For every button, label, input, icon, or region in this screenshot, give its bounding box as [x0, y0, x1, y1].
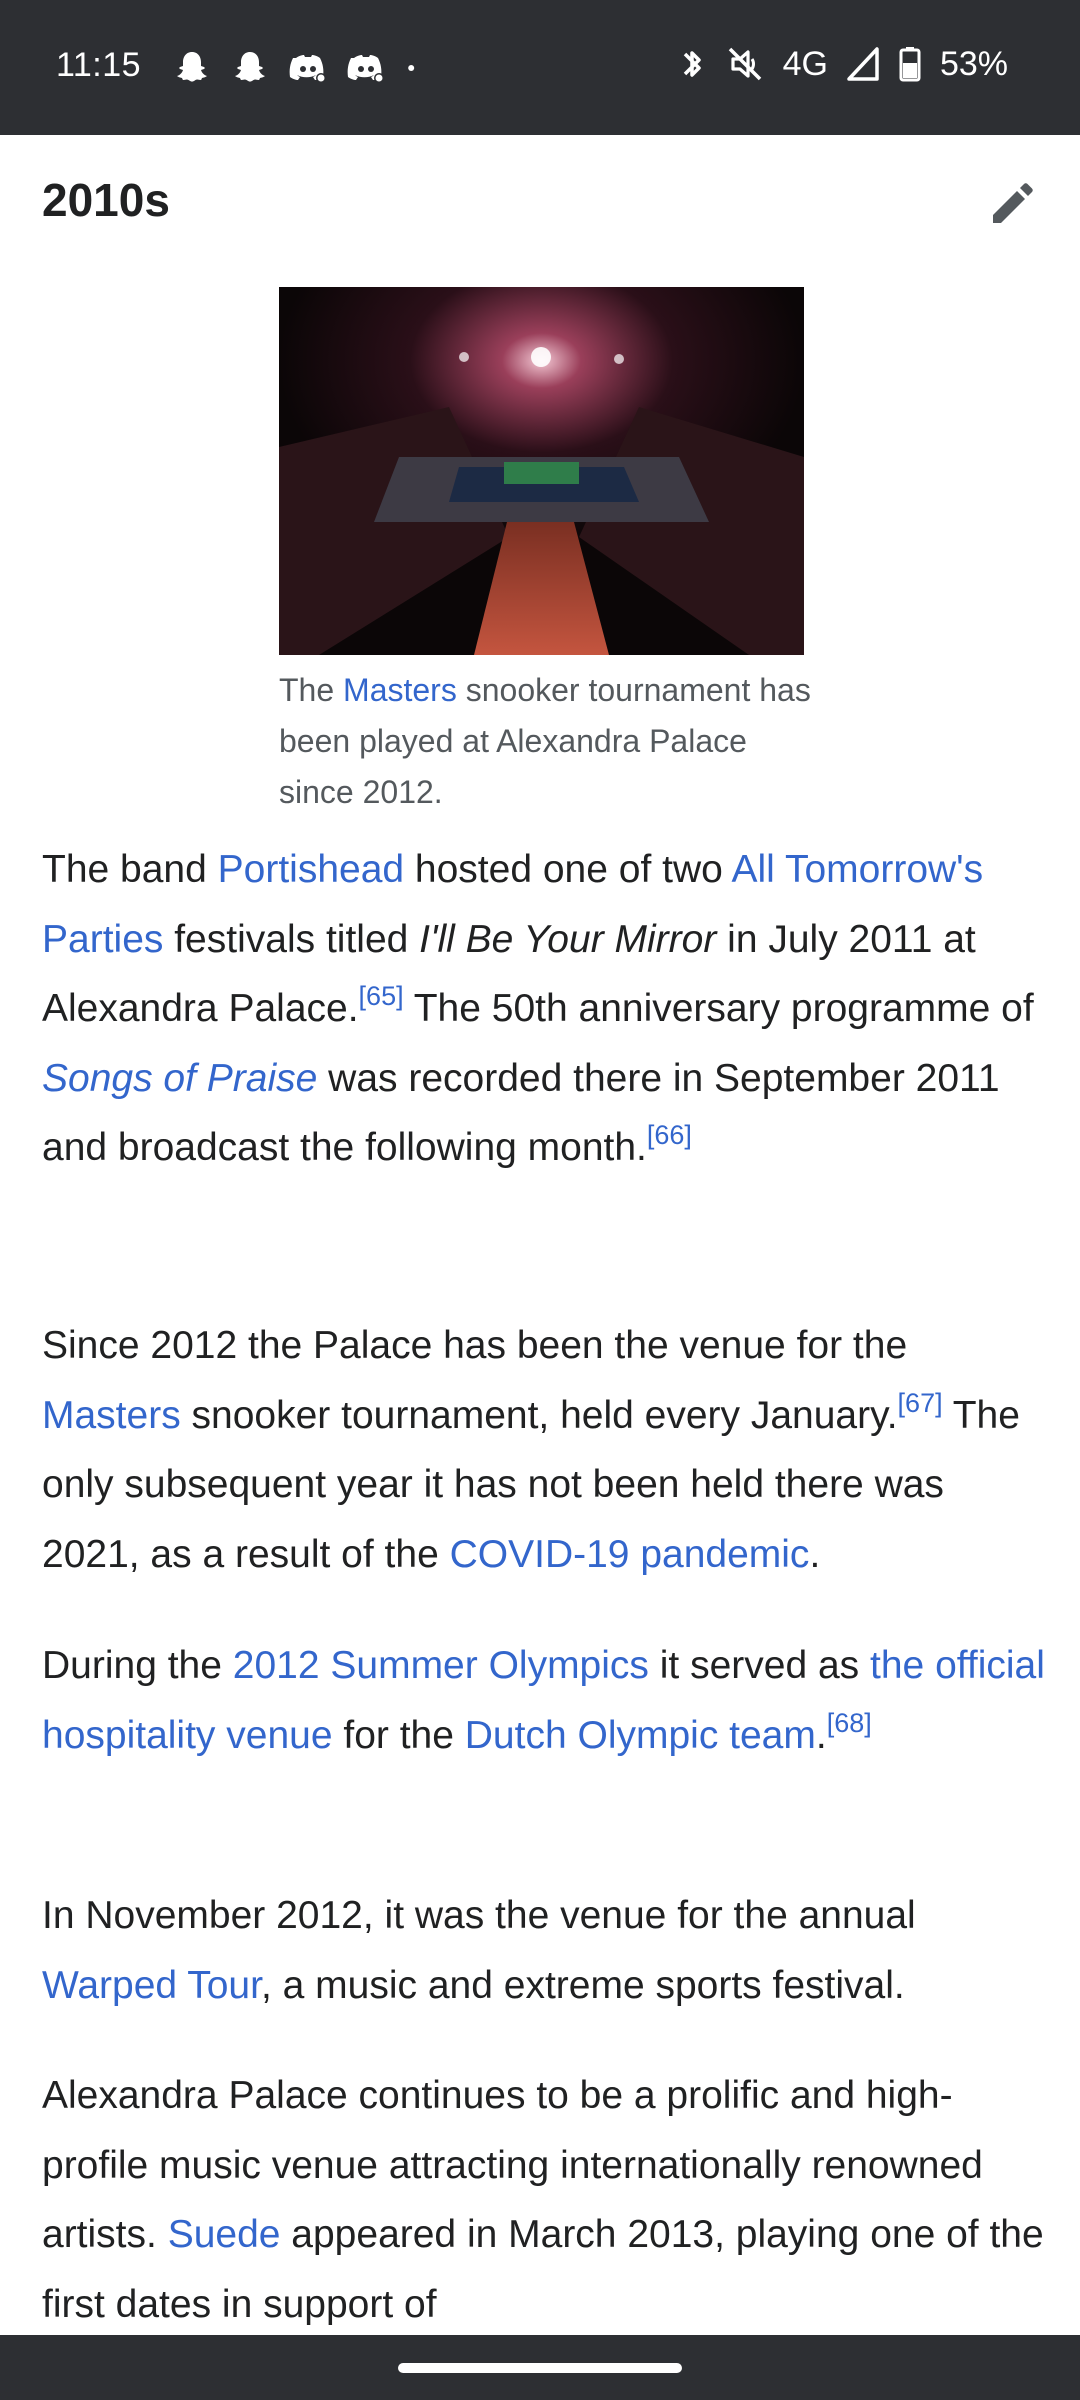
paragraph-text: . — [809, 1532, 821, 1576]
festival-title: I'll Be Your Mirror — [419, 917, 717, 961]
link-covid-19-pandemic[interactable]: COVID-19 pandemic — [450, 1533, 810, 1576]
citation-65[interactable]: [65] — [359, 981, 404, 1011]
link-masters[interactable]: Masters — [42, 1394, 181, 1437]
navigation-bar — [0, 2335, 1080, 2400]
network-type: 4G — [782, 44, 828, 83]
citation-67[interactable]: [67] — [898, 1388, 943, 1418]
dot-icon — [408, 65, 415, 71]
citation-66[interactable]: [66] — [647, 1120, 692, 1150]
section-heading: 2010s — [42, 174, 170, 226]
paragraph-text: snooker tournament, held every January. — [180, 1393, 898, 1437]
status-time: 11:15 — [56, 46, 142, 84]
paragraph-text: hosted one of two — [404, 848, 732, 891]
article-content: 2010s The Masters snooker tournament has… — [0, 135, 1080, 2335]
paragraph: Alexandra Palace continues to be a proli… — [42, 2061, 1052, 2335]
snapchat-icon — [235, 52, 265, 82]
paragraph-text: it served as — [648, 1644, 871, 1687]
discord-icon — [289, 55, 326, 83]
link-songs-of-praise[interactable]: Songs of Praise — [42, 1057, 317, 1100]
paragraph: The band Portishead hosted one of two Al… — [42, 835, 1052, 1183]
caption-text: The — [279, 672, 344, 708]
paragraph-text: The 50th anniversary programme of — [403, 987, 1034, 1030]
paragraph-text: The band — [42, 848, 218, 891]
caption-link-masters[interactable]: Masters — [343, 672, 457, 708]
citation-68[interactable]: [68] — [827, 1708, 872, 1738]
paragraph: During the 2012 Summer Olympics it serve… — [42, 1631, 1052, 1770]
mute-icon — [728, 47, 761, 81]
link-warped-tour[interactable]: Warped Tour — [42, 1964, 261, 2007]
battery-icon — [899, 47, 921, 82]
paragraph: In November 2012, it was the venue for t… — [42, 1881, 1052, 2020]
link-2012-summer-olympics[interactable]: 2012 Summer Olympics — [233, 1644, 649, 1687]
pencil-icon[interactable] — [985, 175, 1041, 231]
paragraph-text: , a music and extreme sports festival. — [260, 1963, 905, 2007]
notification-icons — [172, 48, 428, 88]
image-caption: The Masters snooker tournament has been … — [279, 665, 819, 818]
paragraph: Since 2012 the Palace has been the venue… — [42, 1311, 1052, 1589]
signal-icon — [847, 47, 879, 81]
paragraph-text: During the — [42, 1644, 233, 1687]
link-portishead[interactable]: Portishead — [218, 848, 404, 891]
system-status: 4G 53% — [677, 44, 1008, 84]
paragraph-text: In November 2012, it was the venue for t… — [42, 1894, 916, 1937]
discord-icon — [347, 55, 384, 83]
link-dutch-olympic-team[interactable]: Dutch Olympic team — [465, 1714, 816, 1757]
home-gesture-handle[interactable] — [398, 2363, 682, 2373]
battery-percent: 53% — [939, 44, 1008, 83]
paragraph-text: . — [815, 1713, 827, 1757]
link-suede[interactable]: Suede — [168, 2213, 281, 2256]
article-image[interactable] — [279, 287, 804, 655]
bluetooth-icon — [683, 51, 701, 77]
paragraph-text: for the — [332, 1713, 465, 1757]
snapchat-icon — [177, 52, 207, 82]
status-bar: 11:15 4G 53% — [0, 0, 1080, 135]
paragraph-text: Since 2012 the Palace has been the venue… — [42, 1324, 908, 1367]
paragraph-text: festivals titled — [163, 917, 420, 961]
